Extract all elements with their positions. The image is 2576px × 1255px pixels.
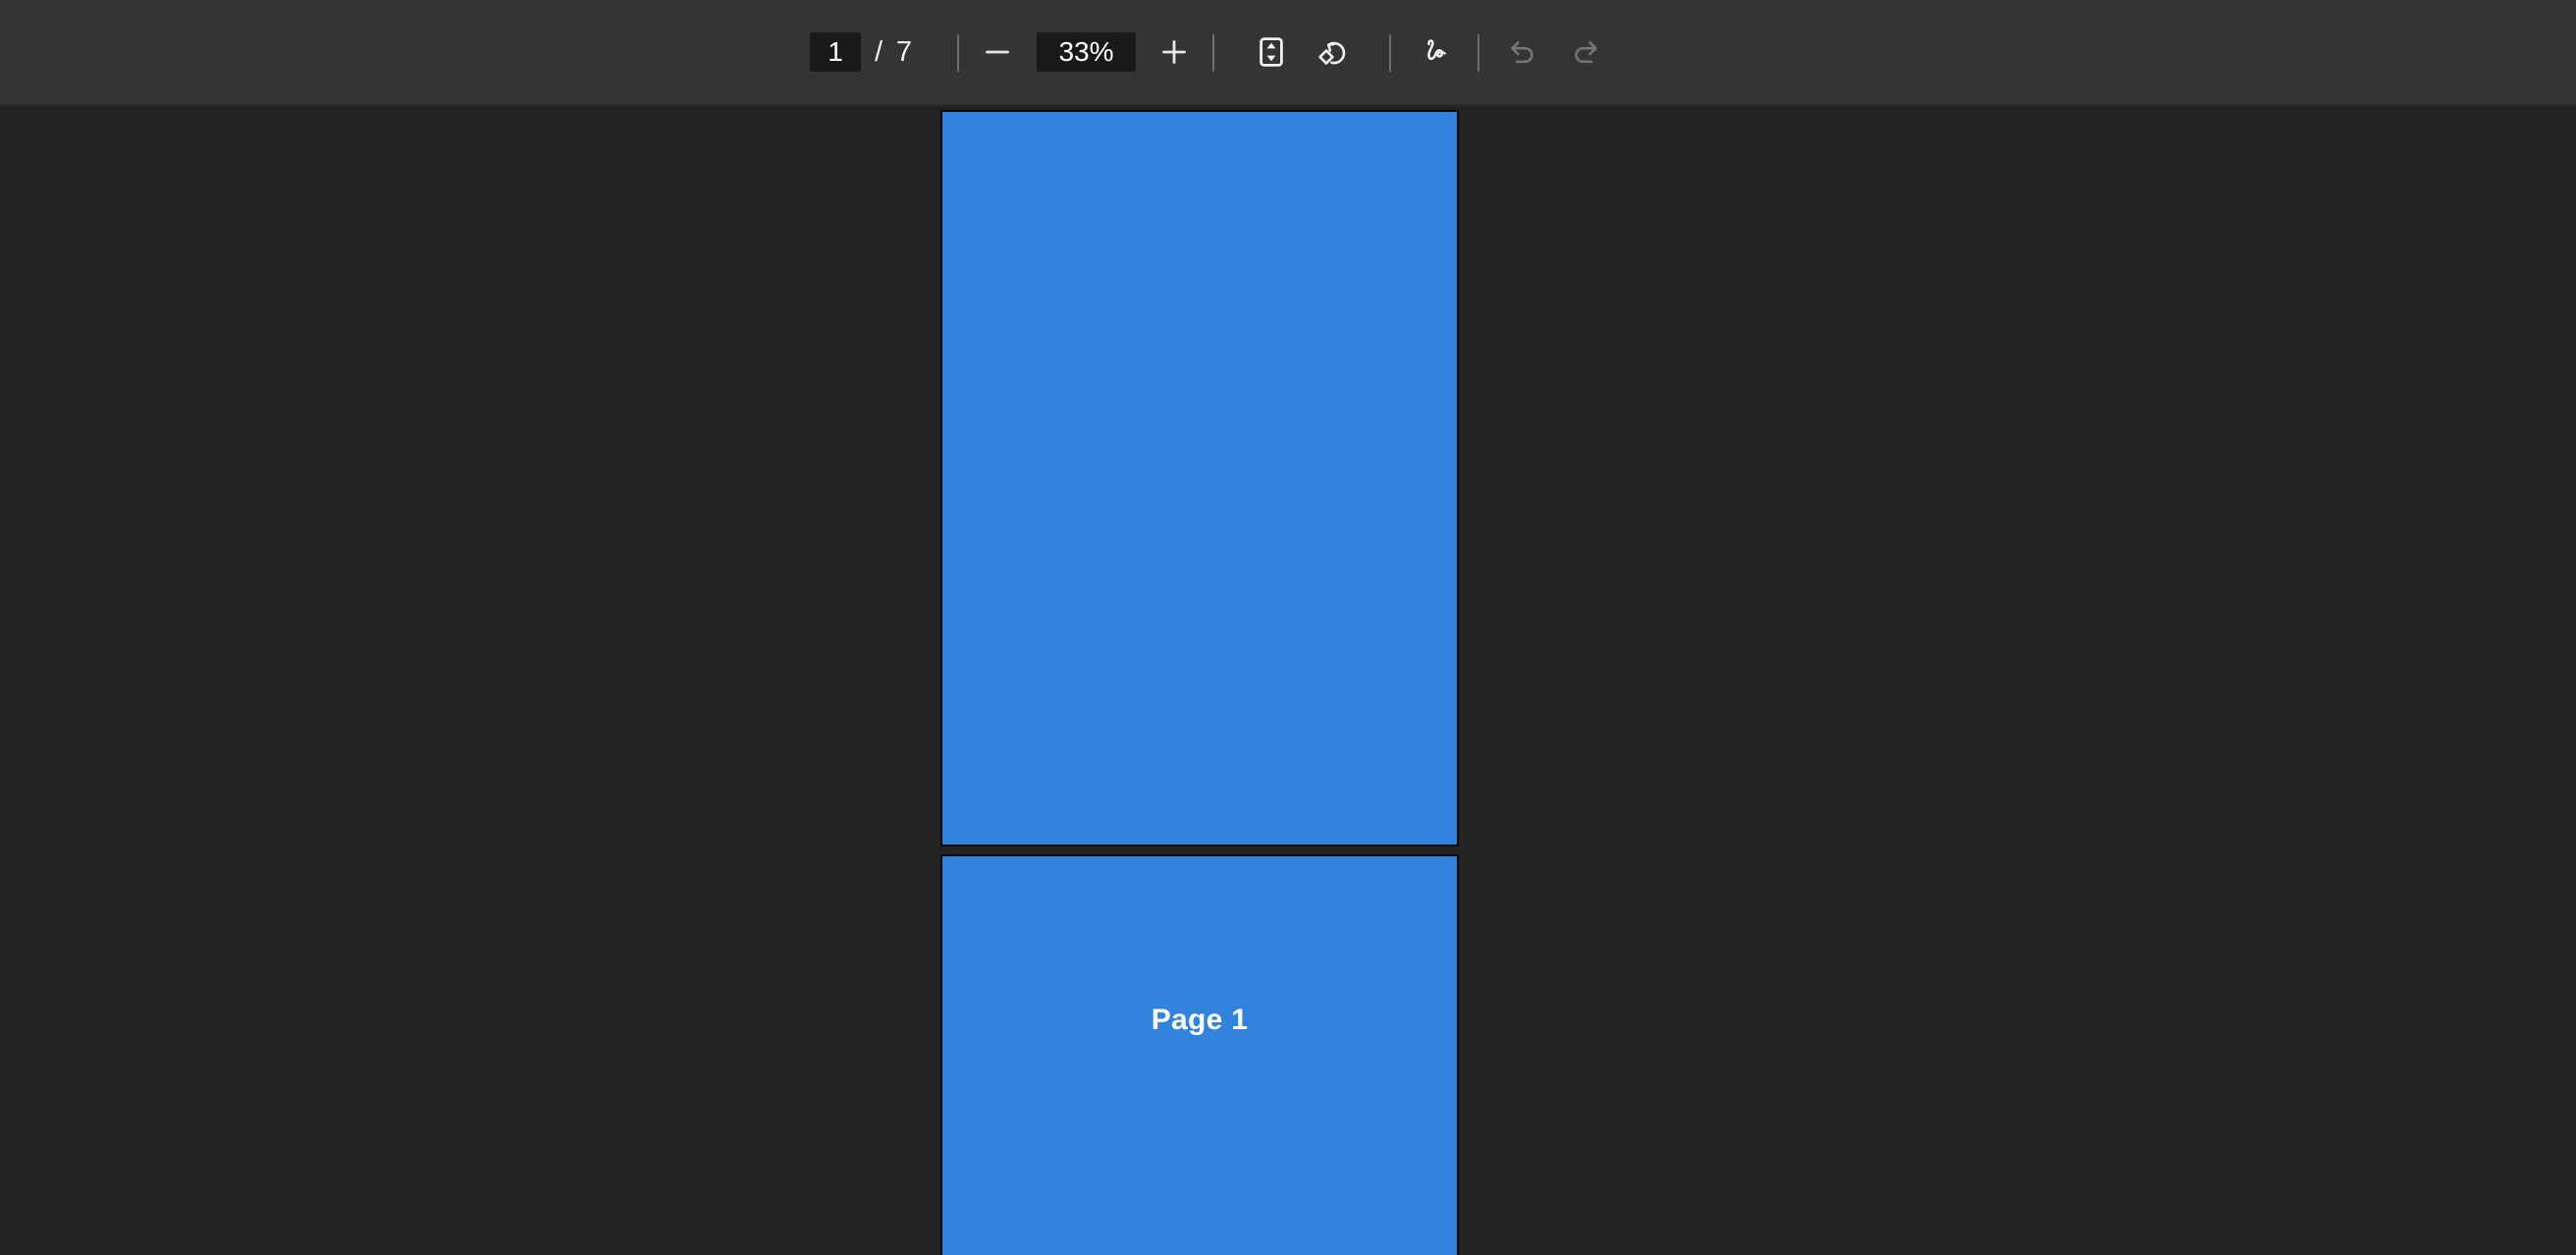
toolbar-separator — [1477, 34, 1479, 72]
annotate-button[interactable] — [1411, 28, 1458, 76]
page-count-divider: / — [874, 35, 884, 68]
plus-icon — [1162, 40, 1186, 64]
undo-button[interactable] — [1499, 28, 1546, 76]
zoom-level-display[interactable]: 33% — [1037, 32, 1136, 72]
draw-squiggle-icon — [1427, 39, 1446, 61]
zoom-out-button[interactable] — [974, 28, 1021, 76]
page-number-input[interactable] — [810, 32, 861, 72]
page-count: 7 — [895, 35, 913, 68]
pdf-toolbar: / 7 33% — [0, 0, 2576, 106]
pdf-page[interactable]: Page 1 — [940, 854, 1459, 1255]
redo-button[interactable] — [1562, 28, 1609, 76]
toolbar-separator — [1389, 34, 1391, 72]
minus-icon — [986, 50, 1009, 54]
zoom-in-button[interactable] — [1151, 28, 1198, 76]
pdf-viewer: / 7 33% — [0, 0, 2576, 1255]
toolbar-separator — [957, 34, 959, 72]
fit-to-page-button[interactable] — [1248, 28, 1295, 76]
document-viewport[interactable]: Page 1 — [0, 106, 2576, 1255]
rotate-button[interactable] — [1310, 28, 1357, 76]
undo-icon — [1511, 41, 1533, 64]
rotate-ccw-icon — [1318, 41, 1346, 65]
redo-icon — [1575, 41, 1597, 64]
page-label: Page 1 — [1151, 1004, 1249, 1036]
pdf-page[interactable] — [940, 110, 1459, 846]
fit-to-page-icon — [1260, 37, 1283, 67]
toolbar-separator — [1212, 34, 1214, 72]
